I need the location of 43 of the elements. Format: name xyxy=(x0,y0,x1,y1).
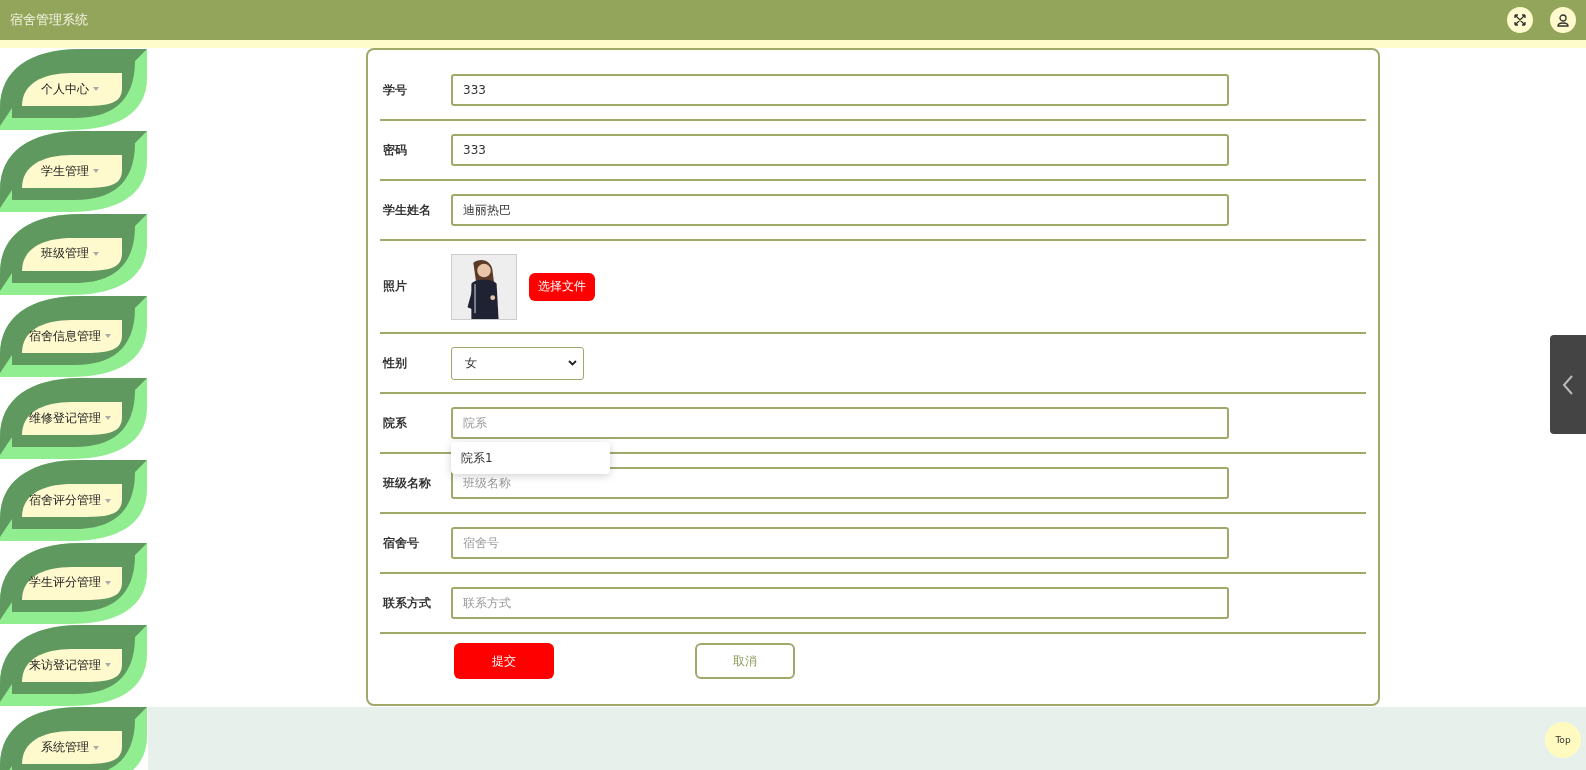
caret-icon xyxy=(105,416,111,421)
gender-select[interactable]: 女 xyxy=(451,346,584,380)
text-field[interactable]: 宿舍号 xyxy=(451,527,1229,559)
sidebar-menu-item[interactable]: 来访登记管理 xyxy=(0,624,148,707)
field-label: 密码 xyxy=(382,142,408,158)
caret-icon xyxy=(105,580,111,585)
caret-icon xyxy=(93,87,99,92)
field-label: 院系 xyxy=(382,415,408,431)
field-label: 学生姓名 xyxy=(382,202,432,218)
field-label: 学号 xyxy=(382,82,408,98)
choose-file-button[interactable]: 选择文件 xyxy=(529,272,595,301)
fullscreen-icon[interactable] xyxy=(1507,7,1533,33)
submit-button[interactable]: 提交 xyxy=(454,643,554,679)
text-field[interactable]: 班级名称 xyxy=(451,467,1229,499)
text-field[interactable]: 333 xyxy=(451,74,1229,106)
caret-icon xyxy=(93,251,99,256)
app-title: 宿舍管理系统 xyxy=(10,11,89,29)
sidebar-menu-item[interactable]: 学生管理 xyxy=(0,130,148,213)
caret-icon xyxy=(93,745,99,750)
caret-icon xyxy=(105,498,111,503)
sidebar-menu-item[interactable]: 个人中心 xyxy=(0,48,148,131)
field-label: 班级名称 xyxy=(381,475,432,491)
user-icon[interactable] xyxy=(1550,7,1576,33)
text-field[interactable]: 院系 xyxy=(451,407,1229,439)
caret-icon xyxy=(93,169,99,174)
field-label: 照片 xyxy=(382,279,408,294)
sidebar-menu-item[interactable]: 班级管理 xyxy=(0,212,148,295)
field-label: 性别 xyxy=(381,355,408,371)
chevron-down-icon xyxy=(568,360,577,366)
sidebar-menu-item[interactable]: 宿舍评分管理 xyxy=(0,459,148,542)
sidebar-menu-item[interactable]: 学生评分管理 xyxy=(0,541,148,625)
sidebar-menu-item[interactable]: 系统管理 xyxy=(0,706,148,770)
caret-icon xyxy=(105,334,111,339)
sidebar-menu-item[interactable]: 宿舍信息管理 xyxy=(0,294,148,378)
sidebar-menu-item[interactable]: 维修登记管理 xyxy=(0,377,148,460)
text-field[interactable]: 迪丽热巴 xyxy=(451,194,1229,226)
text-field[interactable]: 联系方式 xyxy=(451,587,1229,619)
chevron-left-icon xyxy=(1562,373,1574,396)
field-label: 宿舍号 xyxy=(382,535,420,551)
suggestion-option[interactable]: 院系1 xyxy=(451,449,493,467)
field-label: 联系方式 xyxy=(381,595,432,611)
text-field[interactable]: 333 xyxy=(451,134,1229,166)
caret-icon xyxy=(105,663,111,668)
